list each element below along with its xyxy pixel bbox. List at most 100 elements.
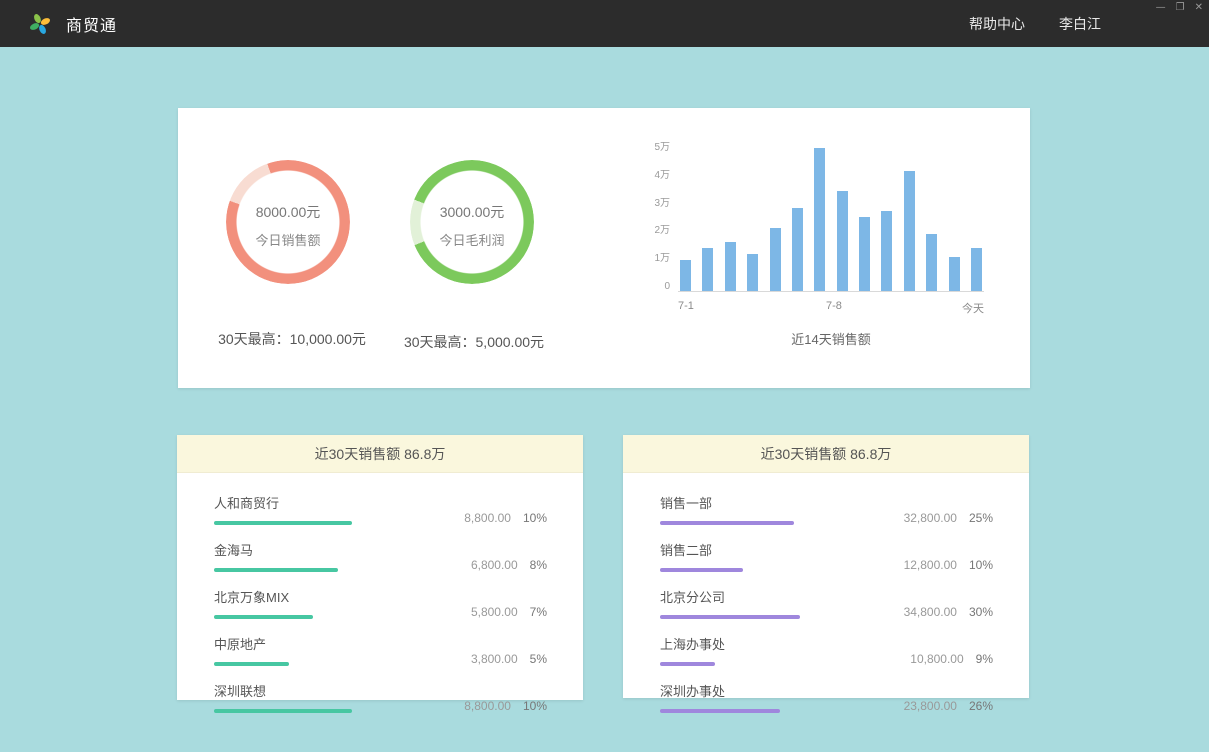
- progress-bar: [660, 568, 743, 572]
- item-name: 中原地产: [214, 634, 411, 653]
- list-item: 深圳办事处 23,800.00 26%: [660, 681, 993, 713]
- department-sales-list: 销售一部 32,800.00 25% 销售二部 12,800.00 10% 北京分公司 34,…: [623, 473, 1029, 713]
- today-profit-donut-text: 3000.00元 今日毛利润: [410, 202, 534, 249]
- item-percent: 10%: [523, 511, 547, 525]
- item-name: 北京分公司: [660, 587, 857, 606]
- bar-plot: [678, 148, 984, 292]
- item-percent: 7%: [530, 605, 547, 619]
- progress-bar: [214, 521, 352, 525]
- progress-bar: [660, 662, 715, 666]
- item-name: 金海马: [214, 540, 411, 559]
- customer-sales-card: 近30天销售额 86.8万 人和商贸行 8,800.00 10% 金海马 6,800.0…: [177, 435, 583, 700]
- list-item: 深圳联想 8,800.00 10%: [214, 681, 547, 713]
- list-item: 中原地产 3,800.00 5%: [214, 634, 547, 666]
- close-icon[interactable]: ✕: [1195, 2, 1203, 14]
- y-tick: 2万: [654, 226, 670, 236]
- progress-bar: [660, 521, 794, 525]
- item-amount: 34,800.00: [904, 605, 957, 619]
- y-tick: 4万: [654, 171, 670, 181]
- bar: [770, 228, 781, 291]
- chart-caption: 近14天销售额: [678, 329, 984, 348]
- bar: [814, 148, 825, 291]
- item-amount: 3,800.00: [471, 652, 518, 666]
- list-item: 人和商贸行 8,800.00 10%: [214, 493, 547, 525]
- bar: [926, 234, 937, 291]
- username-menu[interactable]: 李白江: [1059, 14, 1101, 34]
- item-name: 上海办事处: [660, 634, 857, 653]
- progress-bar: [214, 709, 352, 713]
- item-amount: 8,800.00: [464, 699, 511, 713]
- bar: [837, 191, 848, 291]
- today-profit-30d-max: 30天最高：5,000.00元: [354, 332, 594, 352]
- item-amount: 6,800.00: [471, 558, 518, 572]
- item-amount: 8,800.00: [464, 511, 511, 525]
- y-tick: 3万: [654, 199, 670, 209]
- bar: [949, 257, 960, 291]
- list-item: 上海办事处 10,800.00 9%: [660, 634, 993, 666]
- y-tick: 5万: [654, 143, 670, 153]
- window-controls: — ❐ ✕: [1156, 2, 1203, 14]
- item-name: 人和商贸行: [214, 493, 411, 512]
- today-profit-value: 3000.00元: [410, 202, 534, 222]
- today-sales-label: 今日销售额: [226, 230, 350, 249]
- item-percent: 8%: [530, 558, 547, 572]
- sales-14d-bar-chart: 5万 4万 3万 2万 1万 0 7-1 7-8 今天: [640, 138, 1008, 310]
- bar: [680, 260, 691, 291]
- x-tick: 7-1: [678, 300, 694, 312]
- today-sales-value: 8000.00元: [226, 202, 350, 222]
- item-percent: 5%: [530, 652, 547, 666]
- department-sales-card-title: 近30天销售额 86.8万: [623, 435, 1029, 473]
- today-profit-label: 今日毛利润: [410, 230, 534, 249]
- item-percent: 9%: [976, 652, 993, 666]
- x-tick: 7-8: [826, 300, 842, 312]
- list-item: 金海马 6,800.00 8%: [214, 540, 547, 572]
- bar: [971, 248, 982, 291]
- bar: [859, 217, 870, 291]
- progress-bar: [214, 662, 289, 666]
- list-item: 北京万象MIX 5,800.00 7%: [214, 587, 547, 619]
- item-percent: 25%: [969, 511, 993, 525]
- bar: [904, 171, 915, 291]
- y-tick: 0: [664, 282, 670, 292]
- today-sales-donut-text: 8000.00元 今日销售额: [226, 202, 350, 249]
- department-sales-card: 近30天销售额 86.8万 销售一部 32,800.00 25% 销售二部 12,800…: [623, 435, 1029, 698]
- item-name: 北京万象MIX: [214, 587, 411, 606]
- list-item: 销售二部 12,800.00 10%: [660, 540, 993, 572]
- item-name: 深圳联想: [214, 681, 411, 700]
- list-item: 销售一部 32,800.00 25%: [660, 493, 993, 525]
- progress-bar: [660, 615, 800, 619]
- bar: [725, 242, 736, 291]
- item-name: 销售二部: [660, 540, 857, 559]
- progress-bar: [214, 568, 338, 572]
- overview-card: 8000.00元 今日销售额 30天最高：10,000.00元 3000.00元…: [178, 108, 1030, 388]
- item-percent: 10%: [969, 558, 993, 572]
- x-axis: 7-1 7-8 今天: [678, 292, 984, 310]
- app-title: 商贸通: [66, 12, 117, 36]
- x-tick: 今天: [962, 300, 984, 316]
- bar: [702, 248, 713, 291]
- item-amount: 23,800.00: [904, 699, 957, 713]
- minimize-icon[interactable]: —: [1156, 2, 1166, 14]
- titlebar: 商贸通 帮助中心 李白江 — ❐ ✕: [0, 0, 1209, 47]
- bar: [881, 211, 892, 291]
- item-amount: 5,800.00: [471, 605, 518, 619]
- bar: [792, 208, 803, 291]
- item-percent: 10%: [523, 699, 547, 713]
- item-amount: 32,800.00: [904, 511, 957, 525]
- customer-sales-card-title: 近30天销售额 86.8万: [177, 435, 583, 473]
- item-name: 深圳办事处: [660, 681, 857, 700]
- item-amount: 12,800.00: [904, 558, 957, 572]
- bar: [747, 254, 758, 291]
- y-axis: 5万4万3万2万1万0: [640, 138, 678, 287]
- maximize-icon[interactable]: ❐: [1176, 2, 1185, 14]
- item-percent: 26%: [969, 699, 993, 713]
- progress-bar: [660, 709, 780, 713]
- customer-sales-list: 人和商贸行 8,800.00 10% 金海马 6,800.00 8% 北京万象MIX 5,80…: [177, 473, 583, 713]
- app-logo-pinwheel-icon: [28, 12, 52, 36]
- item-name: 销售一部: [660, 493, 857, 512]
- progress-bar: [214, 615, 313, 619]
- y-tick: 1万: [654, 254, 670, 264]
- item-percent: 30%: [969, 605, 993, 619]
- help-center-link[interactable]: 帮助中心: [969, 14, 1025, 34]
- item-amount: 10,800.00: [910, 652, 963, 666]
